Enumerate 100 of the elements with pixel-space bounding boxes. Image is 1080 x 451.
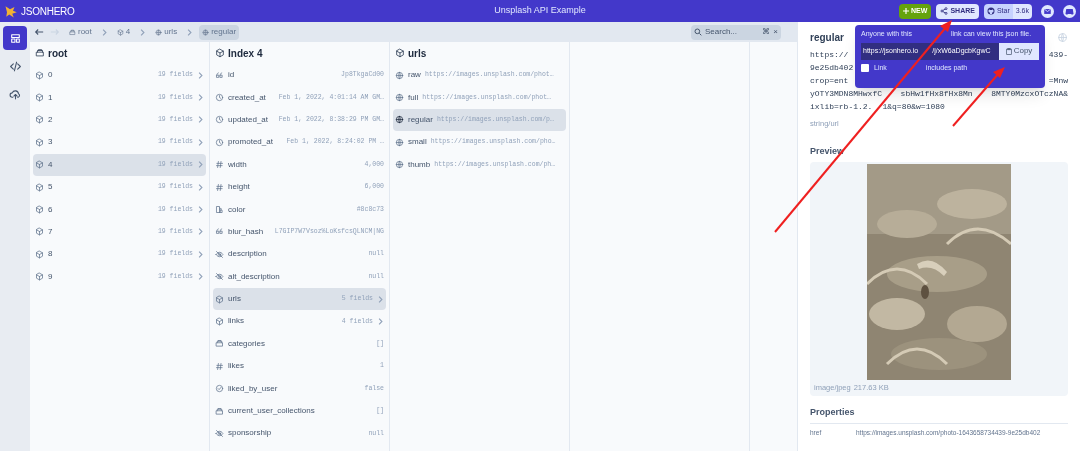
clock-icon [215, 93, 224, 103]
clear-search-button[interactable]: × [773, 26, 778, 38]
field-key: sponsorship [228, 427, 272, 440]
field-key: full [408, 91, 419, 104]
field-key: blur_hash [228, 225, 264, 238]
globe-icon [395, 137, 404, 147]
column-title: urls [408, 46, 427, 61]
field-key: updated_at [228, 113, 269, 126]
app-logo: JSONHERO [21, 4, 75, 19]
tray-icon [35, 48, 45, 58]
column-title: Index 4 [228, 46, 263, 61]
breadcrumb[interactable]: urls [152, 24, 181, 40]
field-key: 7 [48, 225, 53, 238]
field-key: raw [408, 69, 421, 82]
checkbox[interactable] [861, 63, 869, 72]
field-key: alt_description [228, 270, 280, 283]
tray-icon [215, 406, 224, 416]
field-key: 8 [48, 248, 53, 261]
tray-icon [215, 339, 224, 349]
url-value-text: 1&q=80&w=1080 [882, 101, 945, 113]
cube-icon [215, 317, 224, 326]
chevron-right-icon [139, 28, 147, 36]
github-icon [986, 7, 995, 15]
breadcrumb[interactable]: root [66, 24, 95, 40]
copy-button[interactable]: Copy [999, 42, 1039, 60]
cube-icon [215, 48, 225, 58]
breadcrumb[interactable]: 4 [113, 24, 134, 40]
field-key: 2 [48, 113, 53, 126]
field-key: description [228, 248, 267, 261]
quote-icon [215, 70, 224, 80]
globe-icon [395, 70, 404, 80]
url-value-text: 9e25db402 [810, 62, 854, 74]
eye-slash-icon [215, 272, 224, 282]
field-key: 9 [48, 270, 53, 283]
cube-icon [35, 227, 44, 237]
field-key: created_at [228, 91, 266, 104]
field-key: width [228, 158, 247, 171]
field-key: 3 [48, 136, 53, 149]
cube-icon [35, 137, 44, 147]
eye-slash-icon [215, 428, 224, 438]
cube-icon [35, 70, 44, 80]
eye-slash-icon [215, 249, 224, 259]
field-key: current_user_collections [228, 405, 315, 418]
hash-icon [215, 361, 224, 371]
cube-icon [215, 294, 224, 304]
share-icon [940, 7, 949, 15]
tray-icon [69, 28, 76, 36]
cube-icon [395, 48, 405, 58]
layout-icon [8, 31, 22, 45]
field-key: 0 [48, 69, 53, 82]
hash-icon [215, 160, 224, 170]
section-heading: Properties [810, 406, 1068, 424]
url-value-text: 8MTY0MzcxOTczNA& [991, 88, 1068, 100]
rail-button[interactable] [3, 26, 27, 50]
url-value-text: ixlib=rb-1.2. [810, 101, 873, 113]
url-value-text: yOTY3MDN8MHwxfC [810, 88, 882, 100]
globe-icon [202, 28, 210, 36]
chevron-right-icon [186, 28, 194, 36]
cube-icon [35, 249, 44, 259]
field-key: links [228, 315, 244, 328]
search-field[interactable]: Search... ⌘ × [691, 24, 781, 40]
field-key: id [228, 69, 235, 82]
globe-icon [155, 28, 163, 36]
clock-icon [215, 137, 224, 147]
chevron-right-icon [100, 28, 108, 36]
url-value-text: sbHw1fHx8fHx8Mn [900, 88, 973, 100]
plus-icon [903, 8, 910, 14]
back-arrow-icon[interactable] [34, 27, 44, 37]
field-key: 5 [48, 181, 53, 194]
mail-icon[interactable] [1041, 4, 1054, 18]
url-value-text: 439- [1048, 49, 1068, 61]
shortcut-icon: ⌘ [762, 26, 771, 38]
url-value-text: https:// [810, 49, 849, 61]
cube-icon [35, 115, 44, 125]
search-icon [694, 28, 702, 36]
globe-icon [395, 93, 404, 103]
url-value-text: crop=ent [810, 75, 849, 87]
field-key: categories [228, 337, 265, 350]
field-key: likes [228, 360, 244, 373]
field-key: liked_by_user [228, 382, 278, 395]
cube-icon [35, 182, 44, 192]
field-key: small [408, 136, 427, 149]
cube-icon [35, 160, 44, 170]
field-key: thumb [408, 158, 431, 171]
check-circle-icon [215, 384, 224, 394]
clipboard-icon [1005, 47, 1012, 55]
field-key: regular [408, 113, 433, 126]
window-title: Unsplash API Example [493, 4, 587, 18]
swatch-icon [215, 205, 224, 215]
cube-icon [35, 205, 44, 215]
detail-title: regular [810, 31, 844, 45]
globe-icon [395, 160, 404, 170]
field-key: 1 [48, 91, 53, 104]
field-key: 6 [48, 203, 53, 216]
globe-icon [395, 115, 404, 125]
hash-icon [215, 182, 224, 192]
cube-icon [35, 93, 44, 103]
clock-icon [215, 115, 224, 125]
field-key: urls [228, 293, 241, 306]
field-key: height [228, 181, 250, 194]
